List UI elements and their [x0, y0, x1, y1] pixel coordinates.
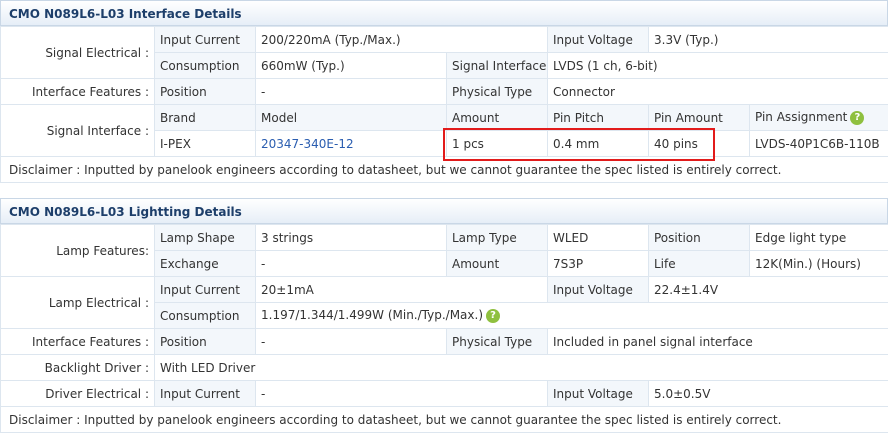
model-header: Model [255, 104, 447, 131]
table-row: Disclaimer : Inputted by panelook engine… [0, 156, 888, 183]
lamp-type-key: Lamp Type [446, 224, 548, 251]
lamp-input-current-value: 20±1mA [255, 276, 548, 303]
driver-input-current-value: - [255, 380, 548, 407]
pin-assignment-value: LVDS-40P1C6B-110B [749, 130, 888, 157]
table-row: Lamp Electrical : Input Current 20±1mA I… [0, 276, 888, 329]
brand-value: I-PEX [154, 130, 256, 157]
signal-interface-value: LVDS (1 ch, 6-bit) [547, 52, 888, 79]
physical-type-value: Connector [547, 78, 888, 105]
pin-assignment-header-text: Pin Assignment [755, 110, 848, 125]
backlight-driver-label: Backlight Driver : [0, 354, 155, 381]
lamp-consumption-key: Consumption [154, 302, 256, 329]
interface-details-section: CMO N089L6-L03 Interface Details Signal … [0, 0, 888, 183]
lamp-input-voltage-value: 22.4±1.4V [648, 276, 888, 303]
lighting-details-title: CMO N089L6-L03 Lightting Details [0, 198, 888, 224]
table-row: Interface Features : Position - Physical… [0, 78, 888, 105]
interface-details-title: CMO N089L6-L03 Interface Details [0, 0, 888, 26]
pin-assignment-header: Pin Assignment? [749, 104, 888, 131]
lighting-position-value: - [255, 328, 447, 355]
driver-electrical-label: Driver Electrical : [0, 380, 155, 407]
consumption-key: Consumption [154, 52, 256, 79]
table-row: Interface Features : Position - Physical… [0, 328, 888, 355]
lamp-features-label: Lamp Features: [0, 224, 155, 277]
lighting-details-section: CMO N089L6-L03 Lightting Details Lamp Fe… [0, 198, 888, 433]
position-key: Position [154, 78, 256, 105]
input-current-value: 200/220mA (Typ./Max.) [255, 26, 548, 53]
backlight-driver-value: With LED Driver [154, 354, 888, 381]
driver-input-current-key: Input Current [154, 380, 256, 407]
pin-pitch-value: 0.4 mm [547, 130, 649, 157]
lamp-input-voltage-key: Input Voltage [547, 276, 649, 303]
lamp-consumption-value: 1.197/1.344/1.499W (Min./Typ./Max.) [261, 308, 483, 323]
lamp-consumption-cell: 1.197/1.344/1.499W (Min./Typ./Max.)? [255, 302, 888, 329]
lighting-physical-type-key: Physical Type [446, 328, 548, 355]
lighting-interface-features-label: Interface Features : [0, 328, 155, 355]
driver-input-voltage-key: Input Voltage [547, 380, 649, 407]
table-row: Driver Electrical : Input Current - Inpu… [0, 380, 888, 407]
consumption-value: 660mW (Typ.) [255, 52, 447, 79]
interface-features-label: Interface Features : [0, 78, 155, 105]
driver-input-voltage-value: 5.0±0.5V [648, 380, 888, 407]
lamp-shape-value: 3 strings [255, 224, 447, 251]
lamp-type-value: WLED [547, 224, 649, 251]
life-value: 12K(Min.) (Hours) [749, 250, 888, 277]
input-voltage-key: Input Voltage [547, 26, 649, 53]
amount-header: Amount [446, 104, 548, 131]
signal-interface-key: Signal Interface [446, 52, 548, 79]
interface-disclaimer: Disclaimer : Inputted by panelook engine… [0, 156, 888, 183]
lamp-amount-key: Amount [446, 250, 548, 277]
table-row: Disclaimer : Inputted by panelook engine… [0, 406, 888, 433]
life-key: Life [648, 250, 750, 277]
interface-details-table: Signal Electrical : Input Current 200/22… [0, 26, 888, 183]
table-row: Signal Electrical : Input Current 200/22… [0, 26, 888, 79]
lamp-position-key: Position [648, 224, 750, 251]
pin-amount-header: Pin Amount [648, 104, 750, 131]
lamp-position-value: Edge light type [749, 224, 888, 251]
model-cell: 20347-340E-12 [255, 130, 447, 157]
input-current-key: Input Current [154, 26, 256, 53]
signal-interface-label: Signal Interface : [0, 104, 155, 157]
help-icon[interactable]: ? [850, 110, 865, 125]
lamp-input-current-key: Input Current [154, 276, 256, 303]
lighting-details-table: Lamp Features: Lamp Shape 3 strings Lamp… [0, 224, 888, 433]
lamp-shape-key: Lamp Shape [154, 224, 256, 251]
pin-amount-value: 40 pins [648, 130, 750, 157]
pin-pitch-header: Pin Pitch [547, 104, 649, 131]
amount-value: 1 pcs [446, 130, 548, 157]
physical-type-key: Physical Type [446, 78, 548, 105]
model-link[interactable]: 20347-340E-12 [261, 137, 354, 151]
exchange-value: - [255, 250, 447, 277]
lamp-electrical-label: Lamp Electrical : [0, 276, 155, 329]
input-voltage-value: 3.3V (Typ.) [648, 26, 888, 53]
table-row: Backlight Driver : With LED Driver [0, 354, 888, 381]
position-value: - [255, 78, 447, 105]
lighting-position-key: Position [154, 328, 256, 355]
exchange-key: Exchange [154, 250, 256, 277]
lighting-physical-type-value: Included in panel signal interface [547, 328, 888, 355]
signal-electrical-label: Signal Electrical : [0, 26, 155, 79]
help-icon[interactable]: ? [486, 308, 500, 323]
brand-header: Brand [154, 104, 256, 131]
table-row: Signal Interface : Brand Model Amount Pi… [0, 104, 888, 157]
lighting-disclaimer: Disclaimer : Inputted by panelook engine… [0, 406, 888, 433]
table-row: Lamp Features: Lamp Shape 3 strings Lamp… [0, 224, 888, 277]
lamp-amount-value: 7S3P [547, 250, 649, 277]
